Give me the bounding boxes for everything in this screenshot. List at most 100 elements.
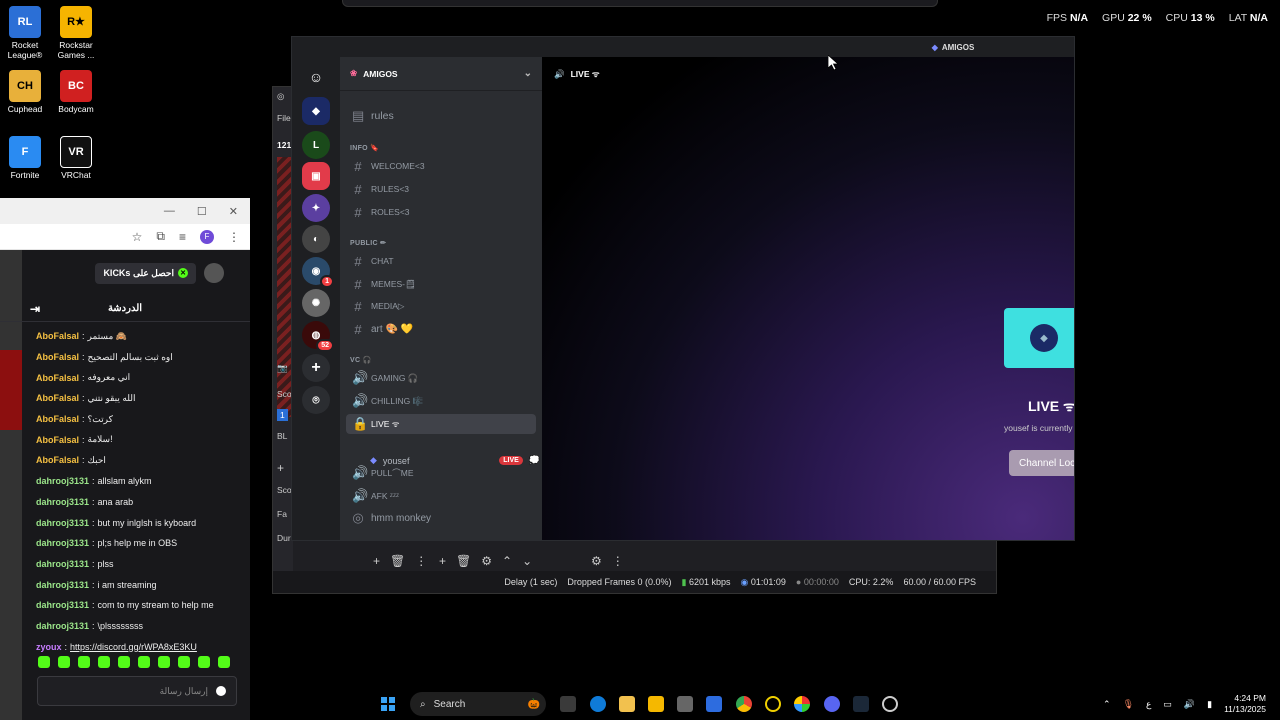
camera-icon[interactable]: 📷: [277, 363, 288, 374]
category-info[interactable]: INFO 🔖: [350, 144, 379, 152]
emote-icon[interactable]: [38, 656, 50, 668]
bodycam-icon[interactable]: BC Bodycam: [51, 70, 101, 114]
app-color-icon[interactable]: [794, 696, 810, 712]
chat-input[interactable]: إرسال رسالة: [37, 676, 237, 706]
add-server-icon[interactable]: +: [302, 354, 330, 382]
chat-text[interactable]: https://discord.gg/rWPA8xE3KU: [70, 642, 197, 652]
user-avatar[interactable]: [204, 263, 224, 283]
category-public[interactable]: PUBLIC ✏: [350, 239, 386, 247]
rockstar-icon[interactable]: R★ Rockstar Games ...: [51, 6, 101, 60]
emote-icon[interactable]: [78, 656, 90, 668]
emote-icon[interactable]: [98, 656, 110, 668]
edge-icon[interactable]: [590, 696, 606, 712]
channel-chat[interactable]: # CHAT: [346, 251, 536, 271]
rocket-league-icon[interactable]: RL Rocket League®: [0, 6, 50, 60]
battery-icon[interactable]: ▮: [1207, 699, 1212, 710]
chevron-down-icon[interactable]: ⌄: [522, 554, 532, 568]
store-icon[interactable]: [619, 696, 635, 712]
server-purple-icon[interactable]: ✦: [302, 194, 330, 222]
emote-icon[interactable]: [218, 656, 230, 668]
chat-username[interactable]: dahrooj3131: [36, 600, 89, 610]
chevron-up-icon[interactable]: ⌃: [1103, 699, 1111, 710]
category-vc[interactable]: VC 🎧: [350, 356, 372, 364]
channel-rules-text[interactable]: # RULES<3: [346, 179, 536, 199]
server-red-icon[interactable]: ◍ 52: [302, 321, 334, 352]
collapse-chat-icon[interactable]: ⇥: [30, 302, 40, 316]
add-icon[interactable]: +: [373, 554, 380, 568]
trash-icon[interactable]: 🗑: [390, 554, 405, 568]
chrome-icon[interactable]: [736, 696, 752, 712]
chat-username[interactable]: AboFalsal: [36, 414, 79, 424]
chat-username[interactable]: AboFalsal: [36, 393, 79, 403]
channel-roles[interactable]: # ROLES<3: [346, 202, 536, 222]
vrchat-icon[interactable]: VR VRChat: [51, 136, 101, 180]
channel-lock-button[interactable]: Channel Loc: [1009, 450, 1074, 476]
chat-username[interactable]: dahrooj3131: [36, 559, 89, 569]
volume-icon[interactable]: 🔊: [1184, 699, 1195, 710]
obs-add-icon[interactable]: +: [277, 461, 284, 475]
extensions-icon[interactable]: ⧉: [156, 229, 165, 244]
network-icon[interactable]: ▭: [1163, 699, 1172, 710]
chat-username[interactable]: dahrooj3131: [36, 476, 89, 486]
server-lira-icon[interactable]: L: [302, 131, 330, 159]
channel-art[interactable]: # art 🎨 💛: [346, 319, 536, 339]
chat-username[interactable]: AboFalsal: [36, 373, 79, 383]
task-view-icon[interactable]: [560, 696, 576, 712]
input-language[interactable]: ع: [1146, 699, 1151, 710]
chat-username[interactable]: dahrooj3131: [36, 518, 89, 528]
app-icon[interactable]: [706, 696, 722, 712]
minimize-icon[interactable]: —: [164, 205, 175, 217]
server-dark-icon[interactable]: ◐: [302, 225, 330, 253]
emote-icon[interactable]: [198, 656, 210, 668]
discord-home-icon[interactable]: ☺: [302, 63, 330, 91]
close-icon[interactable]: ✕: [229, 205, 238, 218]
chat-username[interactable]: zyoux: [36, 642, 62, 652]
get-kicks-button[interactable]: KICKs احصل على ✕: [95, 262, 196, 284]
steam-icon[interactable]: [853, 696, 869, 712]
gear-icon[interactable]: ⚙: [481, 554, 492, 568]
discover-icon[interactable]: ⌾: [302, 386, 330, 414]
windows-start-icon[interactable]: [381, 697, 395, 711]
voice-channel-afk[interactable]: 🔊 AFK ᶻᶻᶻ: [346, 486, 536, 506]
chat-username[interactable]: AboFalsal: [36, 435, 79, 445]
gear-icon[interactable]: ⚙: [591, 554, 602, 568]
server-amigos-icon[interactable]: ◆: [302, 97, 330, 125]
add-icon[interactable]: +: [439, 554, 446, 568]
server-blue-icon[interactable]: ◉ 1: [302, 257, 334, 288]
settings-app-icon[interactable]: [677, 696, 693, 712]
trash-icon[interactable]: 🗑: [456, 554, 471, 568]
obs-scene-selected[interactable]: 1: [277, 409, 288, 421]
emote-icon[interactable]: [158, 656, 170, 668]
server-bot-icon[interactable]: ▣: [302, 162, 330, 190]
chat-username[interactable]: dahrooj3131: [36, 497, 89, 507]
obs-menu-file[interactable]: File: [277, 113, 291, 123]
emoji-icon[interactable]: [216, 686, 226, 696]
voice-channel-pull[interactable]: 🔊 PULL⌒ME: [346, 463, 536, 483]
more-icon[interactable]: ⋮: [612, 554, 624, 568]
chat-username[interactable]: dahrooj3131: [36, 621, 89, 631]
star-icon[interactable]: ☆: [132, 230, 143, 244]
profile-avatar[interactable]: F: [200, 229, 214, 244]
fortnite-icon[interactable]: F Fortnite: [0, 136, 50, 180]
clock[interactable]: 4:24 PM 11/13/2025: [1224, 693, 1266, 715]
stage-channel-monkey[interactable]: ◎ hmm monkey: [346, 508, 536, 528]
app-ring-icon[interactable]: [765, 696, 781, 712]
chat-username[interactable]: AboFalsal: [36, 455, 79, 465]
channel-memes[interactable]: # MEMES-🗒: [346, 274, 536, 294]
chat-username[interactable]: dahrooj3131: [36, 580, 89, 590]
menu-icon[interactable]: ⋮: [228, 230, 240, 244]
voice-channel-live[interactable]: 🔒 LIVE ᯤ: [346, 414, 536, 434]
channel-welcome[interactable]: # WELCOME<3: [346, 156, 536, 176]
chat-username[interactable]: AboFalsal: [36, 352, 79, 362]
chat-username[interactable]: dahrooj3131: [36, 538, 89, 548]
stream-preview-card[interactable]: ◆: [1004, 308, 1074, 368]
emote-icon[interactable]: [118, 656, 130, 668]
media-control-icon[interactable]: ≡: [179, 230, 186, 244]
microphone-icon[interactable]: 🎙: [1123, 699, 1134, 710]
server-gray-icon[interactable]: ✺: [302, 289, 330, 317]
taskbar-search[interactable]: ⌕ Search 🎃: [410, 692, 546, 716]
chat-username[interactable]: AboFalsal: [36, 331, 79, 341]
maximize-icon[interactable]: ☐: [197, 205, 207, 218]
file-explorer-icon[interactable]: [648, 696, 664, 712]
emote-icon[interactable]: [58, 656, 70, 668]
